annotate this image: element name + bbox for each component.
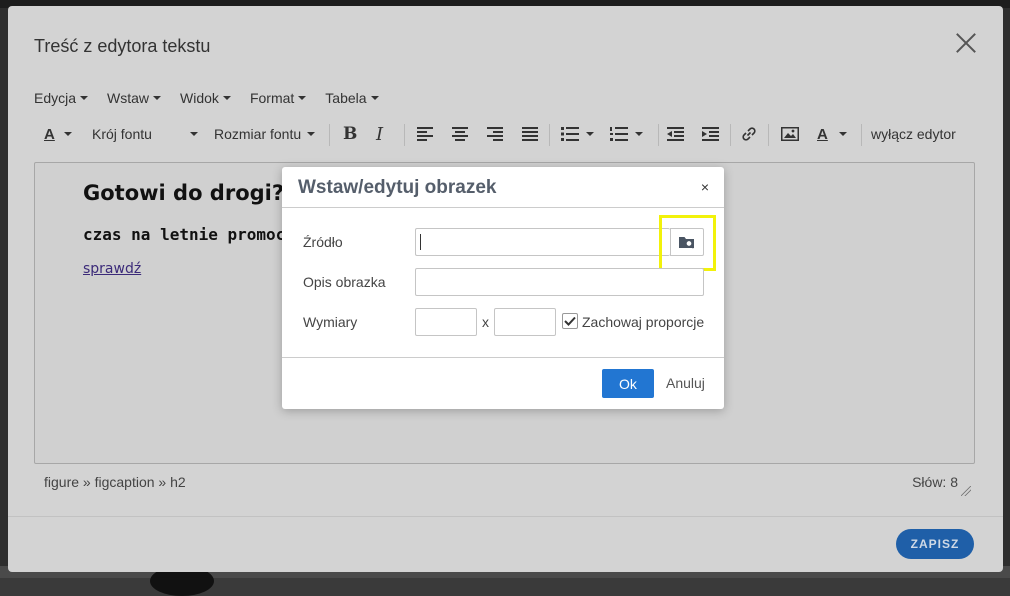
save-button[interactable]: ZAPISZ (896, 529, 974, 559)
numbered-list-icon (610, 127, 628, 141)
chevron-down-icon (63, 132, 72, 136)
numbered-list-button[interactable] (610, 122, 643, 146)
indent-button[interactable] (702, 122, 719, 146)
insert-image-button[interactable] (781, 122, 799, 146)
align-left-button[interactable] (417, 122, 433, 146)
menu-insert-label: Wstaw (107, 90, 150, 106)
bullet-list-button[interactable] (561, 122, 594, 146)
font-size-select[interactable]: Rozmiar fontu (214, 122, 316, 146)
menu-edit-label: Edycja (34, 90, 77, 106)
dimensions-label: Wymiary (303, 314, 358, 330)
dialog-header-divider (282, 207, 724, 208)
word-count: Słów: 8 (912, 474, 958, 490)
source-input[interactable] (415, 228, 670, 256)
resize-handle-icon[interactable] (961, 486, 971, 496)
disable-editor-label: wyłącz edytor (871, 126, 956, 142)
image-icon (781, 127, 799, 141)
element-path: figure » figcaption » h2 (44, 474, 186, 490)
background-color-button[interactable]: A (817, 122, 847, 146)
toolbar-divider (658, 124, 659, 146)
dialog-close-icon[interactable]: × (701, 179, 709, 195)
italic-icon: I (376, 123, 384, 145)
ok-button[interactable]: Ok (602, 369, 654, 398)
highlight-box (659, 215, 716, 271)
background-color-icon: A (817, 125, 828, 143)
italic-button[interactable]: I (376, 122, 383, 146)
font-family-select[interactable]: Krój fontu (92, 122, 200, 146)
toolbar-divider (768, 124, 769, 146)
align-center-icon (452, 127, 468, 141)
menubar: Edycja Wstaw Widok Format Tabela (34, 88, 398, 108)
alt-label: Opis obrazka (303, 274, 386, 290)
align-center-button[interactable] (452, 122, 468, 146)
close-icon[interactable] (953, 30, 979, 56)
modal-title: Treść z edytora tekstu (34, 36, 211, 56)
indent-icon (702, 127, 719, 141)
menu-view-label: Widok (180, 90, 219, 106)
menu-table-label: Tabela (325, 90, 367, 106)
bullet-list-icon (561, 127, 579, 141)
editor-toolbar: A Krój fontu Rozmiar fontu B I A wyłącz … (34, 122, 984, 146)
chevron-down-icon (153, 96, 162, 100)
chevron-down-icon (838, 132, 847, 136)
content-heading: Gotowi do drogi? (83, 181, 285, 205)
menu-format[interactable]: Format (249, 88, 307, 108)
constrain-proportions-label: Zachowaj proporcje (582, 314, 705, 330)
dimension-separator: x (482, 314, 489, 330)
bold-icon: B (343, 124, 358, 144)
toolbar-divider (861, 124, 862, 146)
link-button[interactable] (741, 122, 757, 146)
toolbar-divider (329, 124, 330, 146)
link-icon (742, 127, 756, 141)
alt-text-input[interactable] (415, 268, 704, 296)
content-link[interactable]: sprawdź (83, 261, 141, 277)
checkmark-icon (564, 316, 576, 326)
chevron-down-icon (635, 132, 643, 136)
text-color-icon: A (44, 125, 55, 143)
bold-button[interactable]: B (343, 122, 357, 146)
source-label: Źródło (303, 234, 343, 250)
align-right-icon (487, 127, 503, 141)
dialog-title: Wstaw/edytuj obrazek (298, 177, 497, 198)
constrain-proportions-checkbox[interactable] (562, 313, 578, 329)
chevron-down-icon (222, 96, 231, 100)
chevron-down-icon (298, 96, 307, 100)
text-cursor (420, 234, 421, 250)
outdent-button[interactable] (667, 122, 684, 146)
outdent-icon (667, 127, 684, 141)
toolbar-divider (730, 124, 731, 146)
chevron-down-icon (586, 132, 594, 136)
chevron-down-icon (80, 96, 89, 100)
width-input[interactable] (415, 308, 477, 336)
menu-view[interactable]: Widok (180, 88, 231, 108)
font-size-label: Rozmiar fontu (214, 126, 302, 142)
cancel-button[interactable]: Anuluj (666, 375, 705, 391)
disable-editor-button[interactable]: wyłącz edytor (871, 122, 956, 146)
align-left-icon (417, 127, 433, 141)
chevron-down-icon (190, 132, 198, 136)
content-subheading: czas na letnie promoc (83, 225, 286, 244)
menu-table[interactable]: Tabela (325, 88, 379, 108)
align-right-button[interactable] (487, 122, 503, 146)
insert-image-dialog: Wstaw/edytuj obrazek × Źródło Opis obraz… (282, 167, 724, 409)
font-family-label: Krój fontu (92, 126, 152, 142)
align-justify-button[interactable] (522, 122, 538, 146)
dialog-footer-divider (282, 357, 724, 358)
text-color-button[interactable]: A (44, 122, 72, 146)
align-justify-icon (522, 127, 538, 141)
toolbar-divider (549, 124, 550, 146)
chevron-down-icon (307, 132, 316, 136)
menu-insert[interactable]: Wstaw (107, 88, 162, 108)
menu-format-label: Format (249, 90, 295, 106)
chevron-down-icon (370, 96, 379, 100)
footer-divider (8, 516, 1003, 517)
toolbar-divider (404, 124, 405, 146)
height-input[interactable] (494, 308, 556, 336)
menu-edit[interactable]: Edycja (34, 88, 89, 108)
